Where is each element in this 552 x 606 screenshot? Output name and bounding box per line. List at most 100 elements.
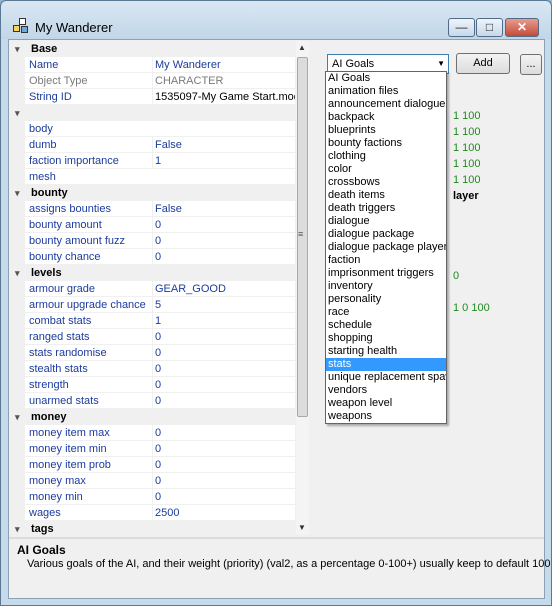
dropdown-option[interactable]: faction <box>326 254 446 267</box>
grid-row[interactable]: bounty amount 0 <box>11 217 295 233</box>
property-value[interactable]: 0 <box>152 473 295 489</box>
property-value[interactable]: False <box>152 137 295 153</box>
dropdown-option[interactable]: bounty factions <box>326 137 446 150</box>
dropdown-option[interactable]: announcement dialogue <box>326 98 446 111</box>
property-value[interactable]: 0 <box>152 441 295 457</box>
dropdown-option[interactable]: backpack <box>326 111 446 124</box>
dropdown-option[interactable]: schedule <box>326 319 446 332</box>
grid-row[interactable]: dumb False <box>11 137 295 153</box>
property-value[interactable]: 0 <box>152 233 295 249</box>
grid-row[interactable]: wages 2500 <box>11 505 295 521</box>
dropdown-option[interactable]: starting health <box>326 345 446 358</box>
collapse-icon[interactable]: ▾ <box>15 185 25 201</box>
close-button[interactable]: ✕ <box>505 18 539 37</box>
grid-category[interactable]: ▾ <box>11 105 295 121</box>
property-value[interactable]: 0 <box>152 457 295 473</box>
collapse-icon[interactable]: ▾ <box>15 265 25 281</box>
dropdown-option[interactable]: dialogue package player <box>326 241 446 254</box>
dropdown-option[interactable]: weapon level <box>326 397 446 410</box>
list-type-dropdown[interactable]: AI Goals animation files announcement dial… <box>325 71 447 424</box>
dropdown-option[interactable]: weapons <box>326 410 446 423</box>
dropdown-option[interactable]: dialogue <box>326 215 446 228</box>
grid-row[interactable]: stealth stats 0 <box>11 361 295 377</box>
property-value[interactable]: 0 <box>152 249 295 265</box>
property-value[interactable]: False <box>152 201 295 217</box>
property-value[interactable]: 0 <box>152 489 295 505</box>
dropdown-option[interactable]: dialogue package <box>326 228 446 241</box>
scroll-up-icon[interactable]: ▲ <box>298 43 306 52</box>
scroll-down-icon[interactable]: ▼ <box>298 523 306 532</box>
grid-row[interactable]: assigns bounties False <box>11 201 295 217</box>
property-value[interactable]: 2500 <box>152 505 295 521</box>
property-value[interactable]: 1535097-My Game Start.mod <box>152 89 295 105</box>
property-value[interactable]: 1 <box>152 153 295 169</box>
grid-category[interactable]: ▾ levels <box>11 265 295 281</box>
dropdown-option[interactable]: stats <box>326 358 446 371</box>
dropdown-option[interactable]: vendors <box>326 384 446 397</box>
chevron-down-icon[interactable]: ▼ <box>437 59 445 68</box>
grid-scrollbar[interactable]: ▲ ≡ ▼ <box>296 41 309 535</box>
dropdown-option[interactable]: death items <box>326 189 446 202</box>
maximize-button[interactable]: □ <box>476 18 503 37</box>
grid-row[interactable]: Name My Wanderer <box>11 57 295 73</box>
dropdown-option[interactable]: color <box>326 163 446 176</box>
minimize-button[interactable]: — <box>448 18 475 37</box>
property-value[interactable]: My Wanderer <box>152 57 295 73</box>
property-value[interactable]: 0 <box>152 329 295 345</box>
dropdown-option[interactable]: personality <box>326 293 446 306</box>
grid-row[interactable]: unarmed stats 0 <box>11 393 295 409</box>
grid-row[interactable]: money max 0 <box>11 473 295 489</box>
grid-category[interactable]: ▾ Base <box>11 41 295 57</box>
dropdown-option[interactable]: inventory <box>326 280 446 293</box>
more-button[interactable]: ... <box>520 54 542 75</box>
dropdown-option[interactable]: death triggers <box>326 202 446 215</box>
grid-category[interactable]: ▾ money <box>11 409 295 425</box>
grid-row[interactable]: money min 0 <box>11 489 295 505</box>
dropdown-option[interactable]: race <box>326 306 446 319</box>
grid-row[interactable]: String ID 1535097-My Game Start.mod <box>11 89 295 105</box>
dropdown-option[interactable]: shopping <box>326 332 446 345</box>
grid-row[interactable]: bounty amount fuzz 0 <box>11 233 295 249</box>
grid-row[interactable]: bounty chance 0 <box>11 249 295 265</box>
title-bar[interactable]: My Wanderer — □ ✕ <box>1 1 551 39</box>
dropdown-option[interactable]: blueprints <box>326 124 446 137</box>
property-value[interactable]: 0 <box>152 217 295 233</box>
property-value[interactable]: GEAR_GOOD <box>152 281 295 297</box>
dropdown-option[interactable]: imprisonment triggers <box>326 267 446 280</box>
property-value[interactable]: 1 <box>152 313 295 329</box>
grid-row[interactable]: combat stats 1 <box>11 313 295 329</box>
property-grid[interactable]: ▾ Base Name My Wanderer Object Type CHARACTER… <box>11 41 295 535</box>
grid-category[interactable]: ▾ tags <box>11 521 295 535</box>
grid-row[interactable]: money item max 0 <box>11 425 295 441</box>
grid-row[interactable]: strength 0 <box>11 377 295 393</box>
property-value[interactable]: 5 <box>152 297 295 313</box>
property-value[interactable]: 0 <box>152 393 295 409</box>
grid-row[interactable]: money item min 0 <box>11 441 295 457</box>
dropdown-option[interactable]: animation files <box>326 85 446 98</box>
grid-row[interactable]: armour upgrade chance 5 <box>11 297 295 313</box>
grid-row[interactable]: body <box>11 121 295 137</box>
grid-row[interactable]: Object Type CHARACTER <box>11 73 295 89</box>
collapse-icon[interactable]: ▾ <box>15 521 25 535</box>
dropdown-option[interactable]: clothing <box>326 150 446 163</box>
grid-row[interactable]: stats randomise 0 <box>11 345 295 361</box>
grid-row[interactable]: mesh <box>11 169 295 185</box>
grid-row[interactable]: ranged stats 0 <box>11 329 295 345</box>
property-value[interactable]: CHARACTER <box>152 73 295 89</box>
grid-row[interactable]: money item prob 0 <box>11 457 295 473</box>
add-button[interactable]: Add <box>456 53 510 74</box>
collapse-icon[interactable]: ▾ <box>15 105 25 121</box>
property-value[interactable]: 0 <box>152 377 295 393</box>
property-value[interactable]: 0 <box>152 425 295 441</box>
dropdown-option[interactable]: unique replacement spawn <box>326 371 446 384</box>
grid-category[interactable]: ▾ bounty <box>11 185 295 201</box>
collapse-icon[interactable]: ▾ <box>15 41 25 57</box>
splitter-grip-icon[interactable]: ≡ <box>298 229 303 239</box>
grid-row[interactable]: armour grade GEAR_GOOD <box>11 281 295 297</box>
collapse-icon[interactable]: ▾ <box>15 409 25 425</box>
dropdown-option[interactable]: AI Goals <box>326 72 446 85</box>
property-value[interactable]: 0 <box>152 345 295 361</box>
grid-row[interactable]: faction importance 1 <box>11 153 295 169</box>
property-value[interactable]: 0 <box>152 361 295 377</box>
dropdown-option[interactable]: crossbows <box>326 176 446 189</box>
